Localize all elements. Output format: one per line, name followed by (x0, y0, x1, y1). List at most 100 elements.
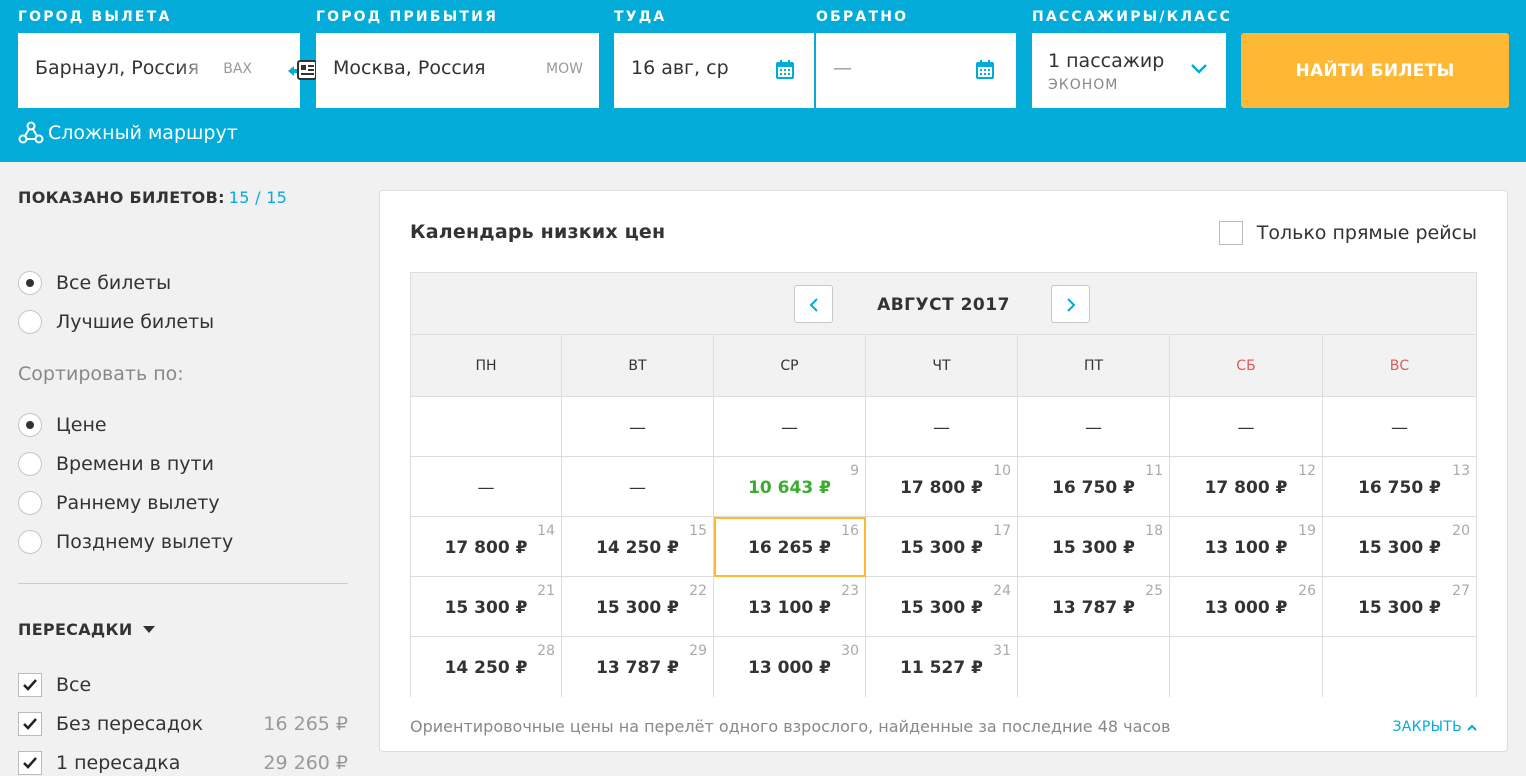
day-price: 15 300 ₽ (900, 538, 983, 558)
day-price: 13 787 ₽ (596, 658, 679, 678)
check-icon (23, 718, 37, 730)
from-field[interactable]: Барнаул, Россия BAX (18, 33, 317, 108)
calendar-day-cell[interactable]: 11 16 750 ₽ (1018, 457, 1170, 517)
direct-flights-only[interactable]: Только прямые рейсы (1218, 221, 1477, 245)
day-price: — (629, 418, 646, 438)
return-field[interactable]: — (816, 33, 1016, 108)
day-number: 10 (993, 463, 1011, 479)
day-number: 24 (993, 583, 1011, 599)
calendar-day-cell[interactable]: 20 15 300 ₽ (1323, 517, 1476, 577)
calendar-day-cell[interactable]: 9 10 643 ₽ (714, 457, 866, 517)
calendar-day-cell[interactable]: 23 13 100 ₽ (714, 577, 866, 637)
to-field[interactable]: Москва, Россия MOW (316, 33, 599, 108)
sort-by-price[interactable]: Цене (18, 413, 107, 437)
return-label: ОБРАТНО (816, 9, 909, 25)
radio-button[interactable] (18, 452, 42, 476)
day-number: 16 (841, 523, 859, 539)
transfers-toggle[interactable]: ПЕРЕСАДКИ (18, 620, 155, 639)
calendar-day-cell[interactable]: 22 15 300 ₽ (562, 577, 714, 637)
calendar-day-cell[interactable]: 24 15 300 ₽ (866, 577, 1018, 637)
filter-best-tickets[interactable]: Лучшие билеты (18, 310, 214, 334)
calendar-icon[interactable] (776, 60, 794, 79)
day-price: — (1085, 418, 1102, 438)
calendar-day-cell[interactable]: 17 15 300 ₽ (866, 517, 1018, 577)
calendar-day-cell[interactable]: 21 15 300 ₽ (411, 577, 562, 637)
tickets-shown-count: 15 / 15 (228, 188, 288, 207)
transfer-option-all[interactable]: Все (18, 673, 348, 697)
calendar-day-cell[interactable]: 12 17 800 ₽ (1170, 457, 1323, 517)
return-input[interactable]: — (833, 57, 852, 79)
chevron-down-icon[interactable] (1190, 63, 1208, 75)
checkbox[interactable] (18, 712, 42, 736)
depart-input[interactable]: 16 авг, ср (631, 57, 729, 79)
transfer-option-direct[interactable]: Без пересадок 16 265 ₽ (18, 712, 348, 736)
day-price: 15 300 ₽ (1358, 538, 1441, 558)
depart-field[interactable]: 16 авг, ср (614, 33, 814, 108)
day-price: — (1237, 418, 1255, 438)
complex-route-link[interactable]: Сложный маршрут (18, 120, 238, 146)
checkbox[interactable] (1218, 221, 1243, 245)
calendar-day-cell[interactable]: 10 17 800 ₽ (866, 457, 1018, 517)
radio-button[interactable] (18, 271, 42, 295)
day-price: — (1391, 418, 1408, 438)
transfer-option-one-stop[interactable]: 1 пересадка 29 260 ₽ (18, 751, 348, 775)
calendar-day-cell: — (562, 457, 714, 517)
day-price: 15 300 ₽ (444, 598, 528, 618)
radio-button[interactable] (18, 413, 42, 437)
find-tickets-button[interactable]: НАЙТИ БИЛЕТЫ (1241, 33, 1509, 108)
calendar-day-cell[interactable]: 14 17 800 ₽ (411, 517, 562, 577)
calendar-day-cell: — (1323, 397, 1476, 457)
day-number: 18 (1145, 523, 1163, 539)
sort-label: Цене (56, 414, 107, 436)
calendar-day-cell[interactable]: 28 14 250 ₽ (411, 637, 562, 697)
to-label: ГОРОД ПРИБЫТИЯ (316, 9, 499, 25)
calendar-day-cell[interactable]: 25 13 787 ₽ (1018, 577, 1170, 637)
calendar-day-cell[interactable]: 16 16 265 ₽ (714, 517, 866, 577)
from-label: ГОРОД ВЫЛЕТА (18, 9, 172, 25)
calendar-day-cell[interactable]: 27 15 300 ₽ (1323, 577, 1476, 637)
filter-all-tickets[interactable]: Все билеты (18, 271, 171, 295)
transfer-price: 29 260 ₽ (263, 752, 348, 774)
day-price: — (781, 418, 798, 438)
next-month-button[interactable] (1051, 285, 1090, 323)
day-price: 13 000 ₽ (1204, 598, 1288, 618)
day-number: 20 (1452, 523, 1470, 539)
calendar-day-cell[interactable]: 30 13 000 ₽ (714, 637, 866, 697)
calendar-day-cell[interactable]: 26 13 000 ₽ (1170, 577, 1323, 637)
close-calendar-link[interactable]: ЗАКРЫТЬ (1392, 719, 1477, 735)
radio-button[interactable] (18, 310, 42, 334)
weekday-header: ВС (1323, 335, 1476, 397)
to-input[interactable]: Москва, Россия (333, 57, 486, 79)
checkbox[interactable] (18, 673, 42, 697)
calendar-day-cell[interactable]: 15 14 250 ₽ (562, 517, 714, 577)
passengers-field[interactable]: 1 пассажир ЭКОНОМ (1032, 33, 1226, 108)
from-input[interactable]: Барнаул, Россия (35, 57, 199, 79)
day-number: 31 (993, 643, 1011, 659)
sort-label: Времени в пути (56, 453, 214, 475)
checkbox[interactable] (18, 751, 42, 775)
radio-button[interactable] (18, 491, 42, 515)
transfer-label: 1 пересадка (56, 752, 181, 774)
calendar-day-cell[interactable]: 13 16 750 ₽ (1323, 457, 1476, 517)
sort-by-late-departure[interactable]: Позднему вылету (18, 530, 233, 554)
calendar-day-cell[interactable]: 31 11 527 ₽ (866, 637, 1018, 697)
sort-label: Раннему вылету (56, 492, 220, 514)
sort-by-early-departure[interactable]: Раннему вылету (18, 491, 220, 515)
calendar-day-cell[interactable]: 29 13 787 ₽ (562, 637, 714, 697)
calendar-day-cell[interactable]: 18 15 300 ₽ (1018, 517, 1170, 577)
day-price: 13 000 ₽ (748, 658, 831, 678)
radio-button[interactable] (18, 530, 42, 554)
swap-icon[interactable] (286, 58, 318, 82)
weekday-header: ЧТ (866, 335, 1018, 397)
prev-month-button[interactable] (794, 285, 833, 323)
calendar-day-cell: — (714, 397, 866, 457)
day-number: 21 (537, 583, 555, 599)
calendar-day-cell: — (1170, 397, 1323, 457)
calendar-day-cell (1170, 637, 1323, 697)
sort-by-duration[interactable]: Времени в пути (18, 452, 214, 476)
filter-label: Лучшие билеты (56, 311, 215, 333)
calendar-icon[interactable] (976, 60, 994, 79)
day-number: 19 (1298, 523, 1316, 539)
calendar-day-cell[interactable]: 19 13 100 ₽ (1170, 517, 1323, 577)
tickets-shown: ПОКАЗАНО БИЛЕТОВ: 15 / 15 (18, 188, 287, 207)
